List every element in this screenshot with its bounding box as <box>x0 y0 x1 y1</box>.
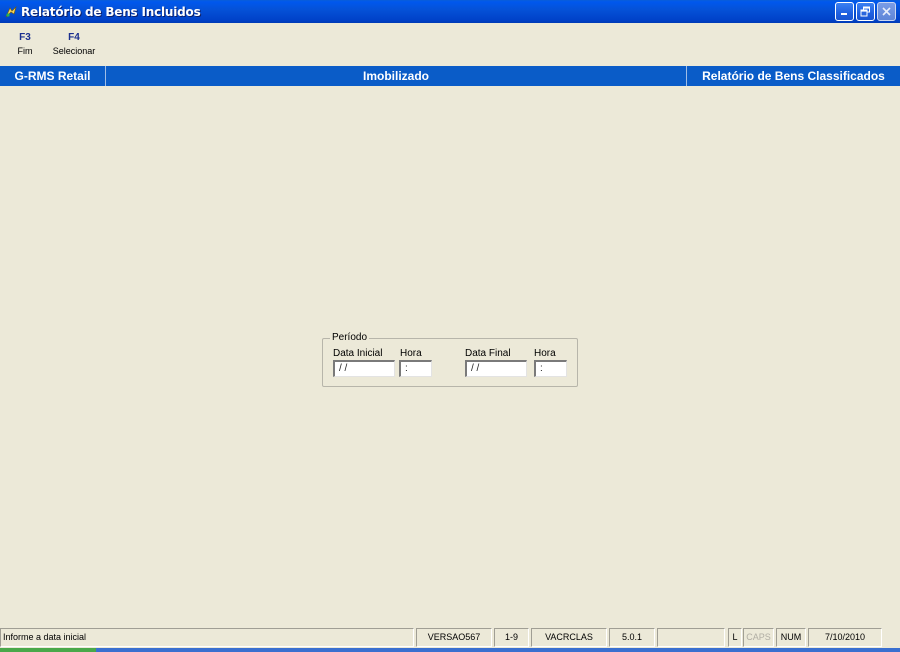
taskbar-edge <box>0 648 900 652</box>
app-icon <box>4 5 18 19</box>
hora-inicial-label: Hora <box>400 348 422 359</box>
status-date: 7/10/2010 <box>808 628 882 647</box>
window-title: Relatório de Bens Incluidos <box>21 4 201 19</box>
status-version: VERSAO567 <box>416 628 492 647</box>
data-final-label: Data Final <box>465 348 511 359</box>
toolbar: F3 Fim F4 Selecionar <box>0 23 900 65</box>
data-inicial-label: Data Inicial <box>333 348 383 359</box>
f3-key: F3 <box>19 32 31 43</box>
hora-final-label: Hora <box>534 348 556 359</box>
status-blank <box>657 628 725 647</box>
periodo-title: Período <box>330 332 370 343</box>
restore-icon[interactable] <box>856 2 875 21</box>
header-system: G-RMS Retail <box>0 66 106 86</box>
f4-key: F4 <box>68 32 80 43</box>
status-message: Informe a data inicial <box>0 628 414 647</box>
status-range: 1-9 <box>494 628 529 647</box>
minimize-icon[interactable] <box>835 2 854 21</box>
f4-label: Selecionar <box>52 46 96 56</box>
f3-label: Fim <box>17 46 33 56</box>
title-bar[interactable]: Relatório de Bens Incluidos <box>0 0 900 23</box>
status-num: NUM <box>776 628 806 647</box>
status-release: 5.0.1 <box>609 628 655 647</box>
status-bar: Informe a data inicial VERSAO567 1-9 VAC… <box>0 628 900 648</box>
data-final-input[interactable]: / / <box>465 360 527 377</box>
close-icon[interactable] <box>877 2 896 21</box>
f4-selecionar-button[interactable]: F4 Selecionar <box>48 32 100 56</box>
data-inicial-input[interactable]: / / <box>333 360 395 377</box>
header-band: G-RMS Retail Imobilizado Relatório de Be… <box>0 66 900 86</box>
f3-fim-button[interactable]: F3 Fim <box>14 32 36 56</box>
status-l: L <box>728 628 742 647</box>
header-module: Imobilizado <box>106 66 687 86</box>
hora-final-input[interactable]: : <box>534 360 567 377</box>
status-caps: CAPS <box>743 628 774 647</box>
header-report: Relatório de Bens Classificados <box>702 69 885 83</box>
hora-inicial-input[interactable]: : <box>399 360 432 377</box>
status-program: VACRCLAS <box>531 628 607 647</box>
